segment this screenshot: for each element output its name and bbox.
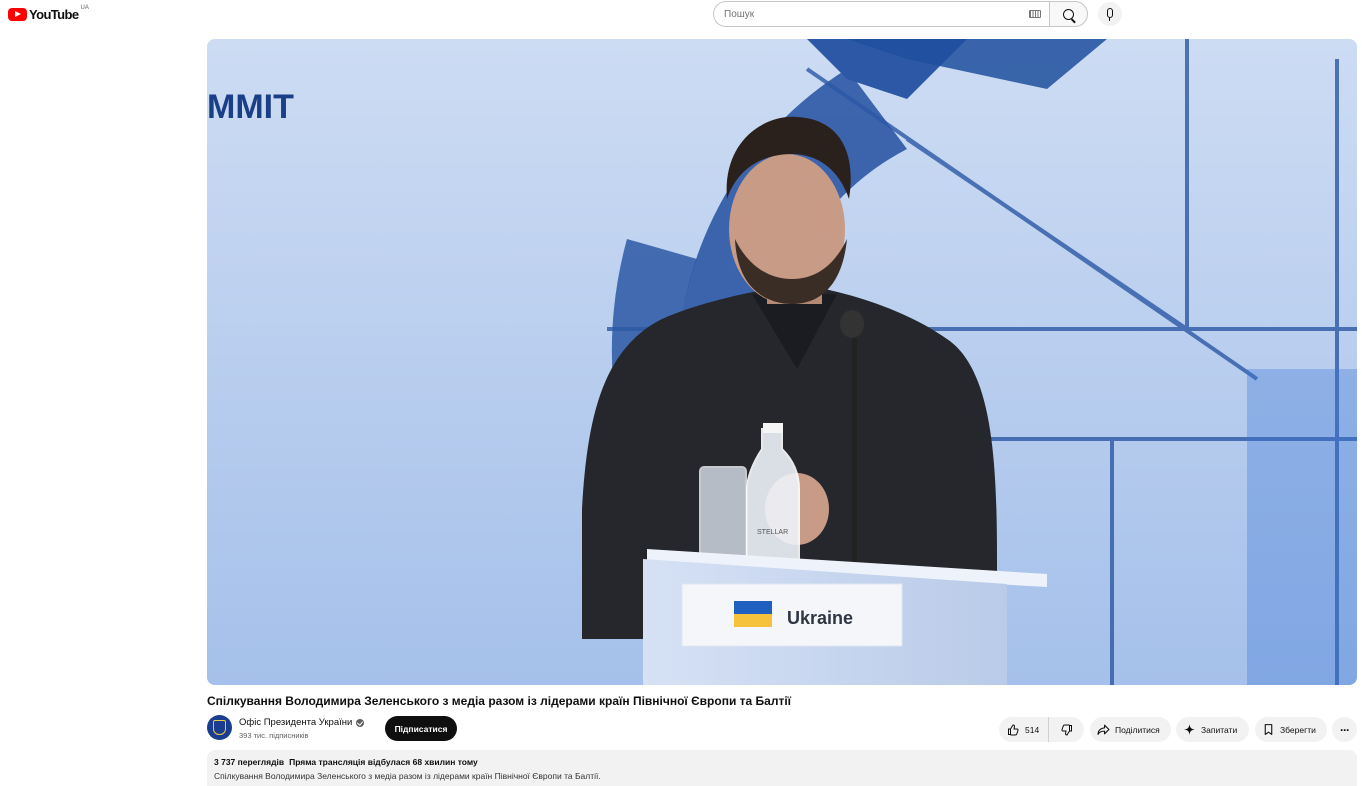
description-meta: 3 737 переглядів Пряма трансляція відбула… (214, 757, 1350, 767)
stream-time: Пряма трансляція відбулася 68 хвилин том… (289, 757, 478, 767)
ask-button[interactable]: Запитати (1176, 717, 1249, 742)
channel-name[interactable]: Офіс Президента України (239, 717, 352, 728)
backdrop-text: MMIT (207, 88, 294, 126)
view-count: 3 737 переглядів (214, 757, 285, 767)
more-actions-button[interactable]: ··· (1332, 717, 1357, 742)
subscribe-button[interactable]: Підписатися (385, 716, 457, 741)
more-icon: ··· (1340, 722, 1350, 737)
thumb-down-icon (1060, 724, 1072, 736)
bookmark-icon (1264, 724, 1273, 735)
channel-name-row[interactable]: Офіс Президента України (239, 717, 365, 728)
description-box[interactable]: 3 737 переглядів Пряма трансляція відбула… (207, 750, 1357, 786)
search-icon (1063, 8, 1074, 20)
search-bar: Пошук (713, 1, 1088, 27)
ask-label: Запитати (1201, 724, 1238, 735)
video-frame: MMIT STELLAR Ukraine (207, 39, 1357, 685)
share-button[interactable]: Поділитися (1090, 717, 1171, 742)
video-player[interactable]: MMIT STELLAR Ukraine (207, 39, 1357, 685)
sparkle-icon (1184, 724, 1195, 735)
thumb-up-icon (1008, 723, 1019, 735)
verified-icon (356, 718, 365, 727)
subscriber-count: 393 тис. підписників (239, 731, 309, 740)
save-button[interactable]: Зберегти (1255, 717, 1327, 742)
trident-icon (213, 720, 226, 735)
video-title: Спілкування Володимира Зеленського з мед… (207, 694, 792, 708)
bottle-label: STELLAR (757, 529, 788, 536)
youtube-logo[interactable]: YouTube UA (8, 5, 89, 22)
like-dislike-group: 514 (999, 717, 1084, 742)
microphone-icon (1107, 8, 1113, 21)
like-count: 514 (1025, 724, 1040, 735)
like-button[interactable]: 514 (999, 717, 1049, 742)
search-input[interactable]: Пошук (713, 1, 1049, 27)
description-text: Спілкування Володимира Зеленського з мед… (214, 771, 601, 781)
voice-search-button[interactable] (1098, 2, 1122, 26)
dislike-button[interactable] (1049, 717, 1084, 742)
logo-text: YouTube (29, 6, 79, 22)
youtube-play-icon (8, 7, 27, 21)
nameplate-text: Ukraine (787, 608, 853, 628)
search-button[interactable] (1049, 1, 1088, 27)
share-icon (1097, 724, 1110, 735)
save-label: Зберегти (1280, 724, 1316, 735)
channel-avatar[interactable] (207, 715, 232, 740)
share-label: Поділитися (1115, 724, 1160, 735)
search-placeholder: Пошук (724, 8, 755, 20)
keyboard-icon[interactable] (1029, 10, 1041, 18)
region-code: UA (80, 5, 89, 11)
